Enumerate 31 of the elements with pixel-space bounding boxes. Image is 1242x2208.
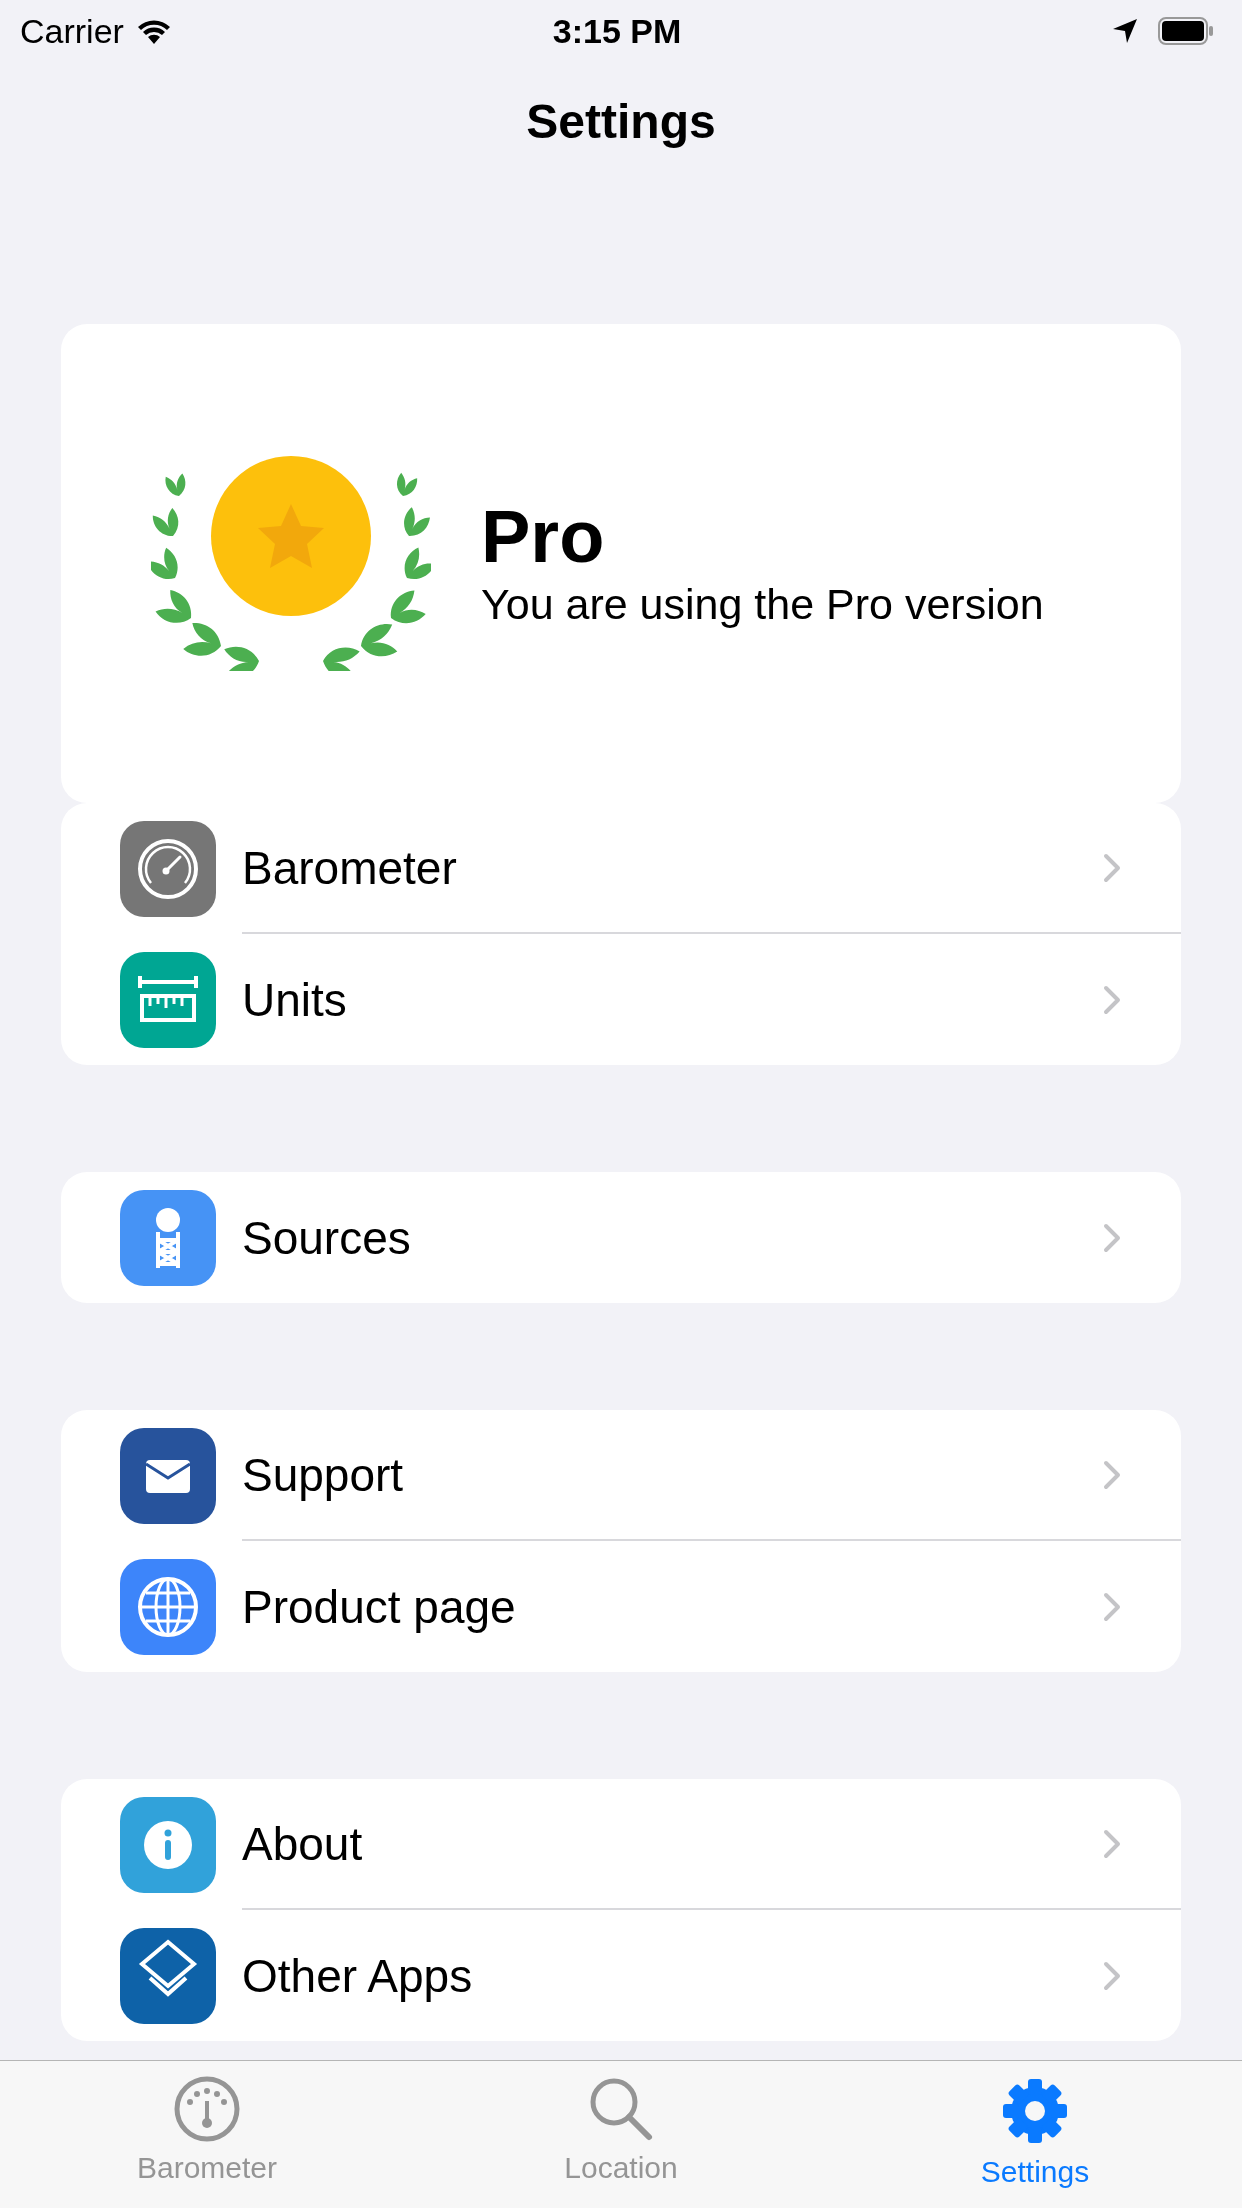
settings-row[interactable]: Barometer [61, 803, 1181, 934]
tab-item[interactable]: Settings [885, 2061, 1185, 2208]
row-label: Sources [242, 1210, 412, 1265]
plan-subtitle: You are using the Pro version [481, 579, 1044, 629]
plan-title: Pro [481, 498, 606, 576]
location-arrow-icon [1112, 18, 1138, 44]
chevron-icon [1103, 1828, 1121, 1859]
row-label: Support [242, 1447, 405, 1502]
settings-row[interactable]: Sources [61, 1172, 1181, 1303]
battery-icon [1158, 17, 1214, 45]
laurel-medal-icon [151, 456, 431, 671]
chevron-icon [1103, 1222, 1121, 1253]
settings-row[interactable]: Units [61, 934, 1181, 1065]
carrier-label: Carrier [20, 11, 124, 51]
row-label: Barometer [242, 840, 458, 895]
settings-row[interactable]: Support [61, 1410, 1181, 1541]
row-label: Product page [242, 1579, 517, 1634]
chevron-icon [1103, 1459, 1121, 1490]
chevron-icon [1103, 984, 1121, 1015]
row-label: Other Apps [242, 1948, 474, 2003]
settings-row[interactable]: Product page [61, 1541, 1181, 1672]
row-label: Units [242, 972, 348, 1027]
chevron-icon [1103, 1960, 1121, 1991]
chevron-icon [1103, 1591, 1121, 1622]
settings-row[interactable]: About [61, 1779, 1181, 1910]
row-label: About [242, 1816, 364, 1871]
clock-time: 3:15 PM [551, 11, 683, 51]
settings-row[interactable]: Other Apps [61, 1910, 1181, 2041]
chevron-icon [1103, 852, 1121, 883]
gauge-icon [173, 2075, 241, 2143]
screen-title: Settings [526, 95, 716, 148]
